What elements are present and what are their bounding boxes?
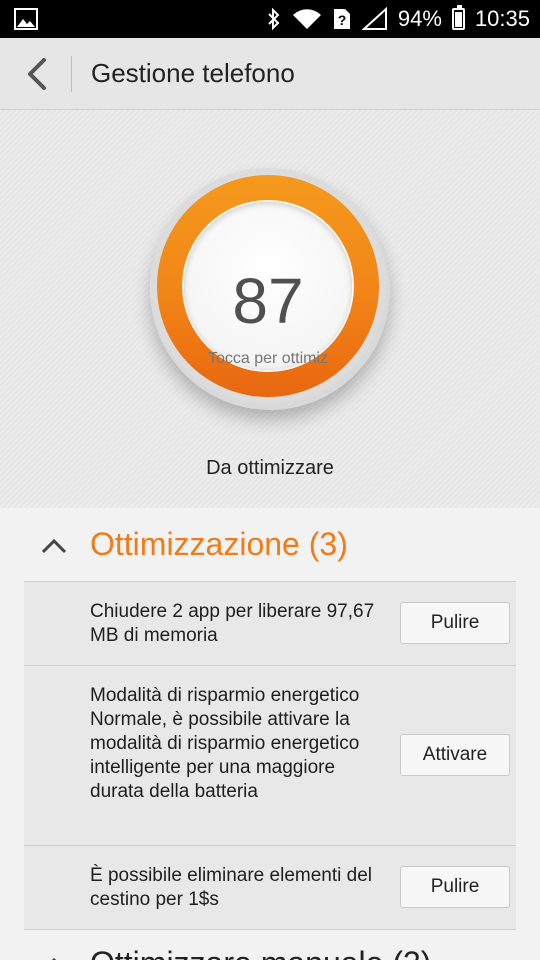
signal-icon [361, 6, 388, 32]
score-value: 87 [232, 265, 304, 337]
chevron-up-icon[interactable] [40, 536, 68, 556]
svg-text:?: ? [338, 12, 347, 28]
status-bar: ? 94% 10:35 [0, 0, 540, 38]
section-header[interactable]: Ottimizzazione (3) [24, 508, 516, 582]
clock: 10:35 [474, 6, 530, 31]
item-text: Modalità di risparmio energetico Normale… [90, 685, 360, 802]
activate-button[interactable]: Attivare [400, 734, 510, 776]
list-item: È possibile eliminare elementi del cesti… [24, 846, 516, 930]
clean-button[interactable]: Pulire [400, 602, 510, 644]
list-item: Chiudere 2 app per liberare 97,67 MB di … [24, 582, 516, 666]
battery-icon [451, 5, 465, 30]
score-caption: Da ottimizzare [206, 457, 334, 479]
optimization-section: Ottimizzazione (3) Chiudere 2 app per li… [0, 508, 540, 960]
chevron-up-icon[interactable] [40, 955, 68, 960]
list-item: Modalità di risparmio energetico Normale… [24, 666, 516, 846]
score-ring[interactable]: 87 Tocca per ottimiz [150, 168, 386, 404]
sim-unknown-icon: ? [332, 6, 352, 32]
optimize-button[interactable]: 87 Tocca per ottimiz [184, 202, 352, 370]
back-arrow-icon[interactable] [20, 54, 56, 94]
score-ring-orange: 87 Tocca per ottimiz [157, 175, 379, 397]
score-panel: 87 Tocca per ottimiz Da ottimizzare [0, 110, 540, 508]
item-text: È possibile eliminare elementi del cesti… [90, 865, 372, 910]
image-icon [14, 8, 38, 30]
item-text: Chiudere 2 app per liberare 97,67 MB di … [90, 601, 375, 646]
wifi-icon [292, 6, 322, 32]
bluetooth-icon [266, 6, 282, 32]
manual-section-title[interactable]: Ottimizzare manuale (3) [90, 945, 431, 960]
score-subtitle: Tocca per ottimiz [207, 350, 329, 367]
battery-percentage: 94% [397, 6, 442, 31]
clean-button[interactable]: Pulire [400, 866, 510, 908]
page-title: Gestione telefono [91, 58, 295, 88]
section-title: Ottimizzazione (3) [90, 526, 348, 562]
app-bar-divider [71, 56, 72, 92]
app-bar: Gestione telefono [0, 38, 540, 110]
